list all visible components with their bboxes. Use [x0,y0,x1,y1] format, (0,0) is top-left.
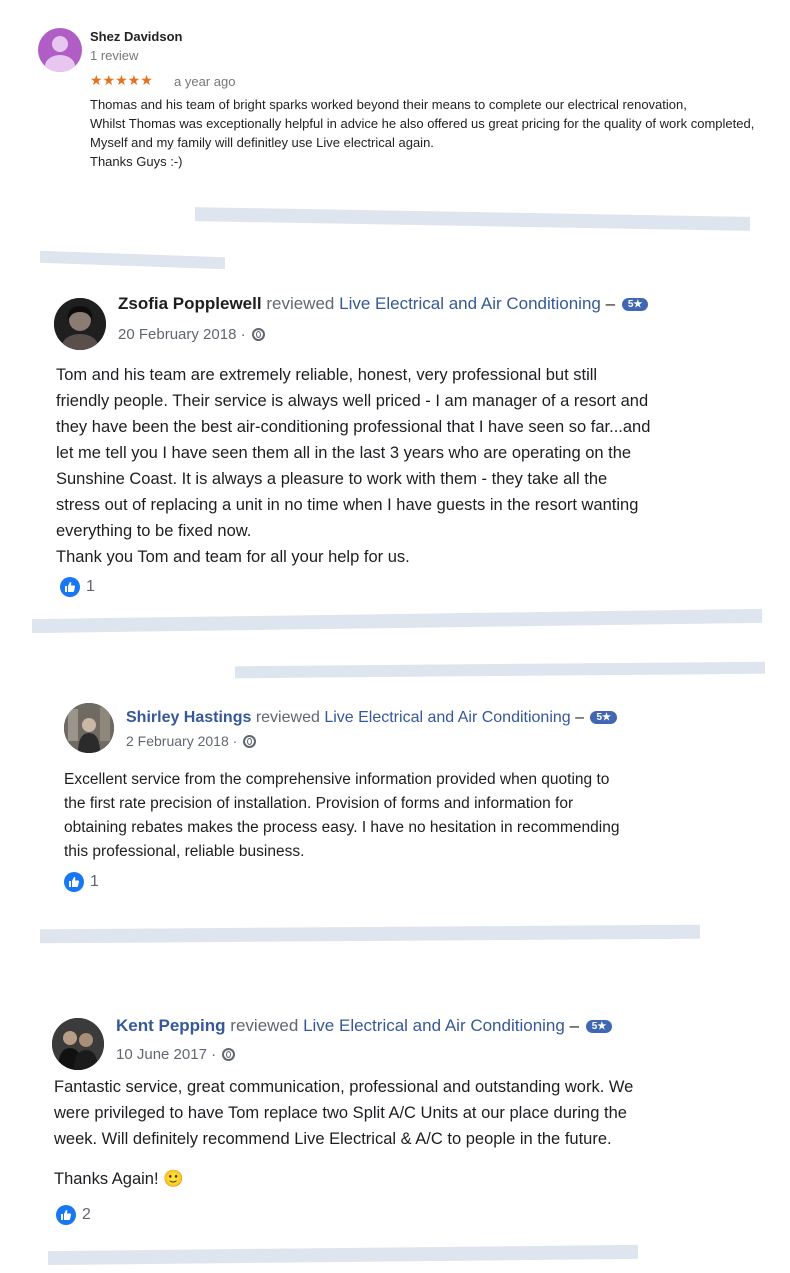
person-photo-icon [52,1018,104,1070]
divider [48,1244,638,1266]
reviewed-label: reviewed [230,1016,299,1035]
review-date-row: 10 June 2017 · [116,1046,236,1063]
page-link[interactable]: Live Electrical and Air Conditioning [324,709,570,726]
like-reactions[interactable]: 2 [56,1205,91,1225]
divider [195,207,750,231]
review-text: Thomas and his team of bright sparks wor… [90,97,755,169]
review-date[interactable]: 2 February 2018 · [126,733,237,749]
thumbs-up-icon [60,577,80,597]
divider [235,661,765,679]
reviewer-avatar[interactable] [64,703,114,753]
thumbs-up-icon [64,872,84,892]
reviewer-name[interactable]: Shirley Hastings [126,709,251,726]
dash: – [605,294,616,313]
like-count: 1 [86,578,95,595]
rating-badge: 5★ [590,711,618,724]
review-time: a year ago [174,74,236,89]
review-header: Zsofia Popplewell reviewed Live Electric… [118,294,649,314]
divider [40,250,225,270]
like-reactions[interactable]: 1 [60,577,95,597]
review-date[interactable]: 10 June 2017 · [116,1046,216,1063]
person-icon [52,36,68,52]
review-date[interactable]: 20 February 2018 · [118,326,246,343]
globe-icon [251,328,265,341]
review-header: Kent Pepping reviewed Live Electrical an… [116,1016,613,1036]
person-photo-icon [64,703,114,753]
like-reactions[interactable]: 1 [64,872,99,892]
reviewer-name[interactable]: Shez Davidson [90,29,182,44]
review-date-row: 2 February 2018 · [126,733,257,749]
reviewer-avatar[interactable] [38,28,82,72]
review-count: 1 review [90,48,139,63]
globe-icon [222,1048,236,1061]
review-header: Shirley Hastings reviewed Live Electrica… [126,709,618,727]
page-link[interactable]: Live Electrical and Air Conditioning [303,1016,565,1035]
divider [32,608,762,634]
like-count: 1 [90,873,99,890]
person-photo-icon [54,298,106,350]
divider [40,924,700,944]
review-text-closing: Thanks Again! 🙂 [54,1170,184,1188]
reviewer-name[interactable]: Zsofia Popplewell [118,294,262,313]
reviewer-name[interactable]: Kent Pepping [116,1016,226,1035]
review-text: Fantastic service, great communication, … [54,1078,634,1148]
reviewed-label: reviewed [266,294,335,313]
rating-badge: 5★ [621,298,649,311]
globe-icon [243,735,257,748]
reviewer-avatar[interactable] [54,298,106,350]
like-count: 2 [82,1206,91,1223]
star-rating: ★★★★★ [90,72,153,88]
reviewer-avatar[interactable] [52,1018,104,1070]
reviewed-label: reviewed [255,709,320,726]
thumbs-up-icon [56,1205,76,1225]
page-link[interactable]: Live Electrical and Air Conditioning [339,294,601,313]
review-text: Tom and his team are extremely reliable,… [56,366,651,566]
dash: – [575,709,585,726]
review-date-row: 20 February 2018 · [118,326,265,343]
rating-badge: 5★ [585,1020,613,1033]
dash: – [569,1016,580,1035]
review-text: Excellent service from the comprehensive… [64,771,620,860]
